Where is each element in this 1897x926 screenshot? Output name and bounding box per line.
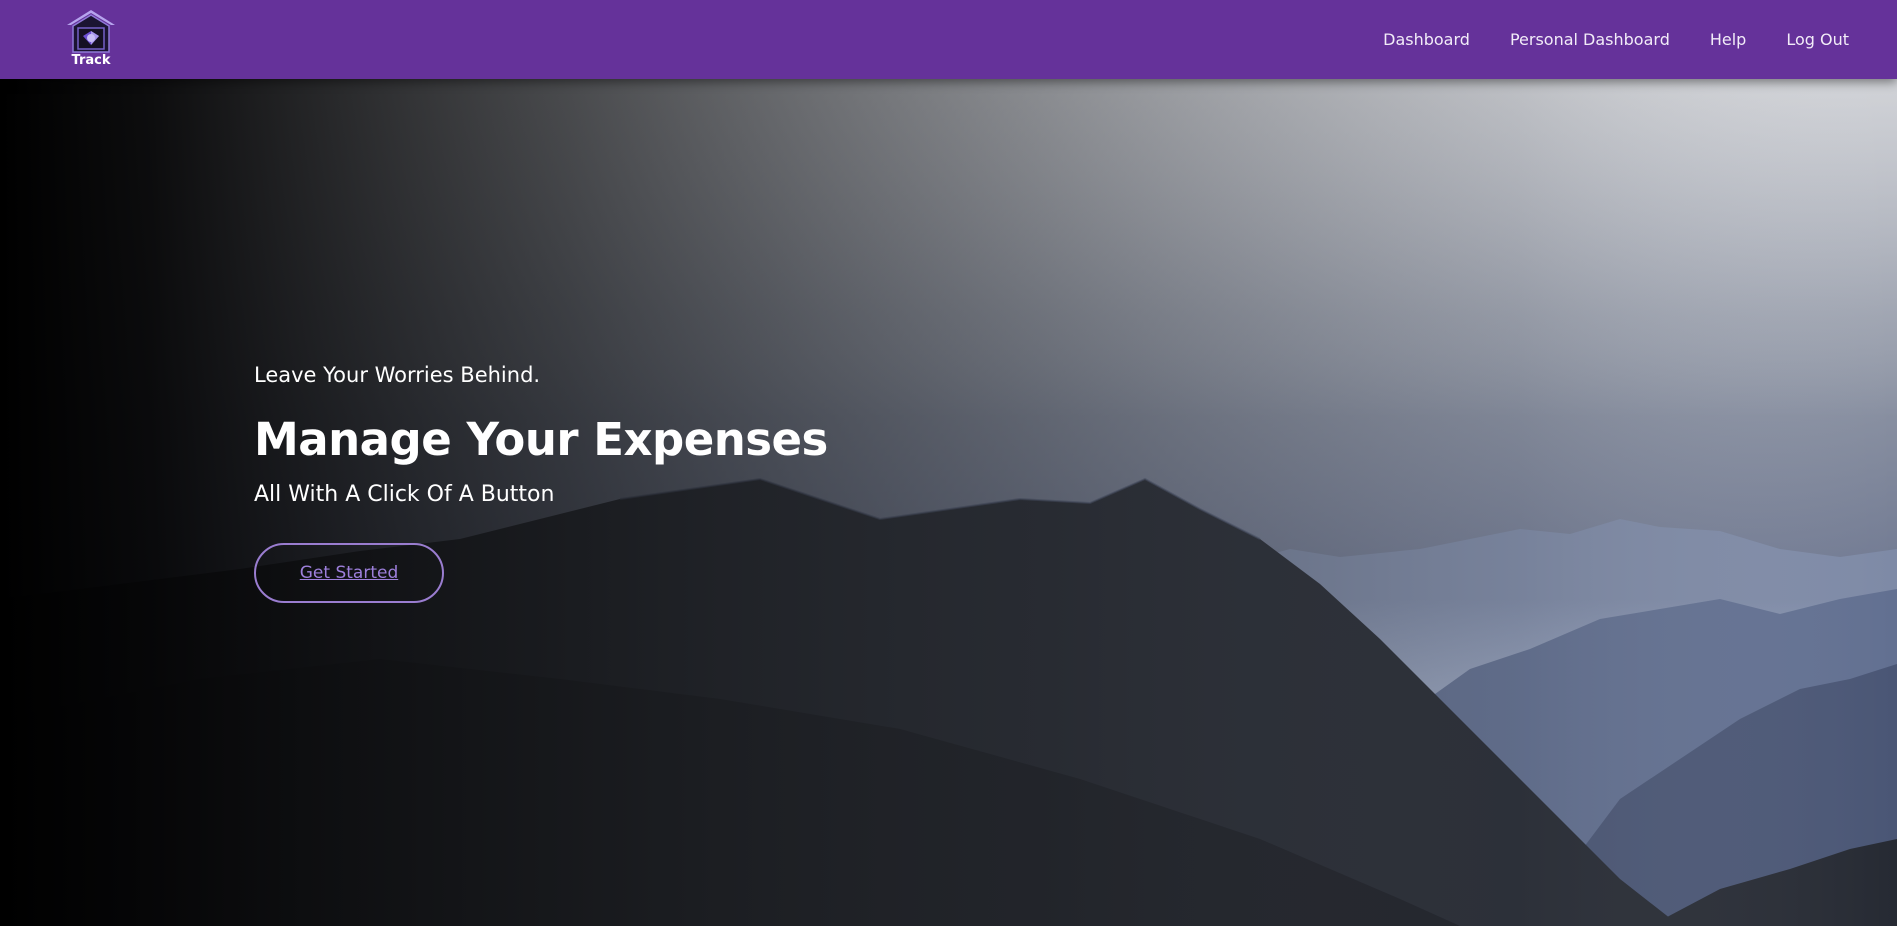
hero-section: Leave Your Worries Behind. Manage Your E… — [0, 79, 1897, 926]
hero-tagline: Leave Your Worries Behind. — [254, 363, 541, 387]
brand-logo[interactable]: Track — [64, 8, 118, 70]
nav-links: Dashboard Personal Dashboard Help Log Ou… — [1383, 0, 1849, 79]
nav-link-personal-dashboard[interactable]: Personal Dashboard — [1510, 30, 1670, 49]
hero-subline: All With A Click Of A Button — [254, 482, 555, 507]
get-started-label[interactable]: Get Started — [300, 563, 398, 583]
navbar: Track Dashboard Personal Dashboard Help … — [0, 0, 1897, 79]
logo-text: Track — [71, 53, 111, 68]
hero-content: Leave Your Worries Behind. Manage Your E… — [254, 363, 828, 603]
nav-link-dashboard[interactable]: Dashboard — [1383, 30, 1470, 49]
house-logo-icon — [67, 10, 115, 53]
hero-headline: Manage Your Expenses — [254, 413, 828, 466]
get-started-button[interactable]: Get Started — [254, 543, 444, 603]
nav-link-log-out[interactable]: Log Out — [1786, 30, 1849, 49]
landing-page: Track Dashboard Personal Dashboard Help … — [0, 0, 1897, 926]
nav-link-help[interactable]: Help — [1710, 30, 1746, 49]
